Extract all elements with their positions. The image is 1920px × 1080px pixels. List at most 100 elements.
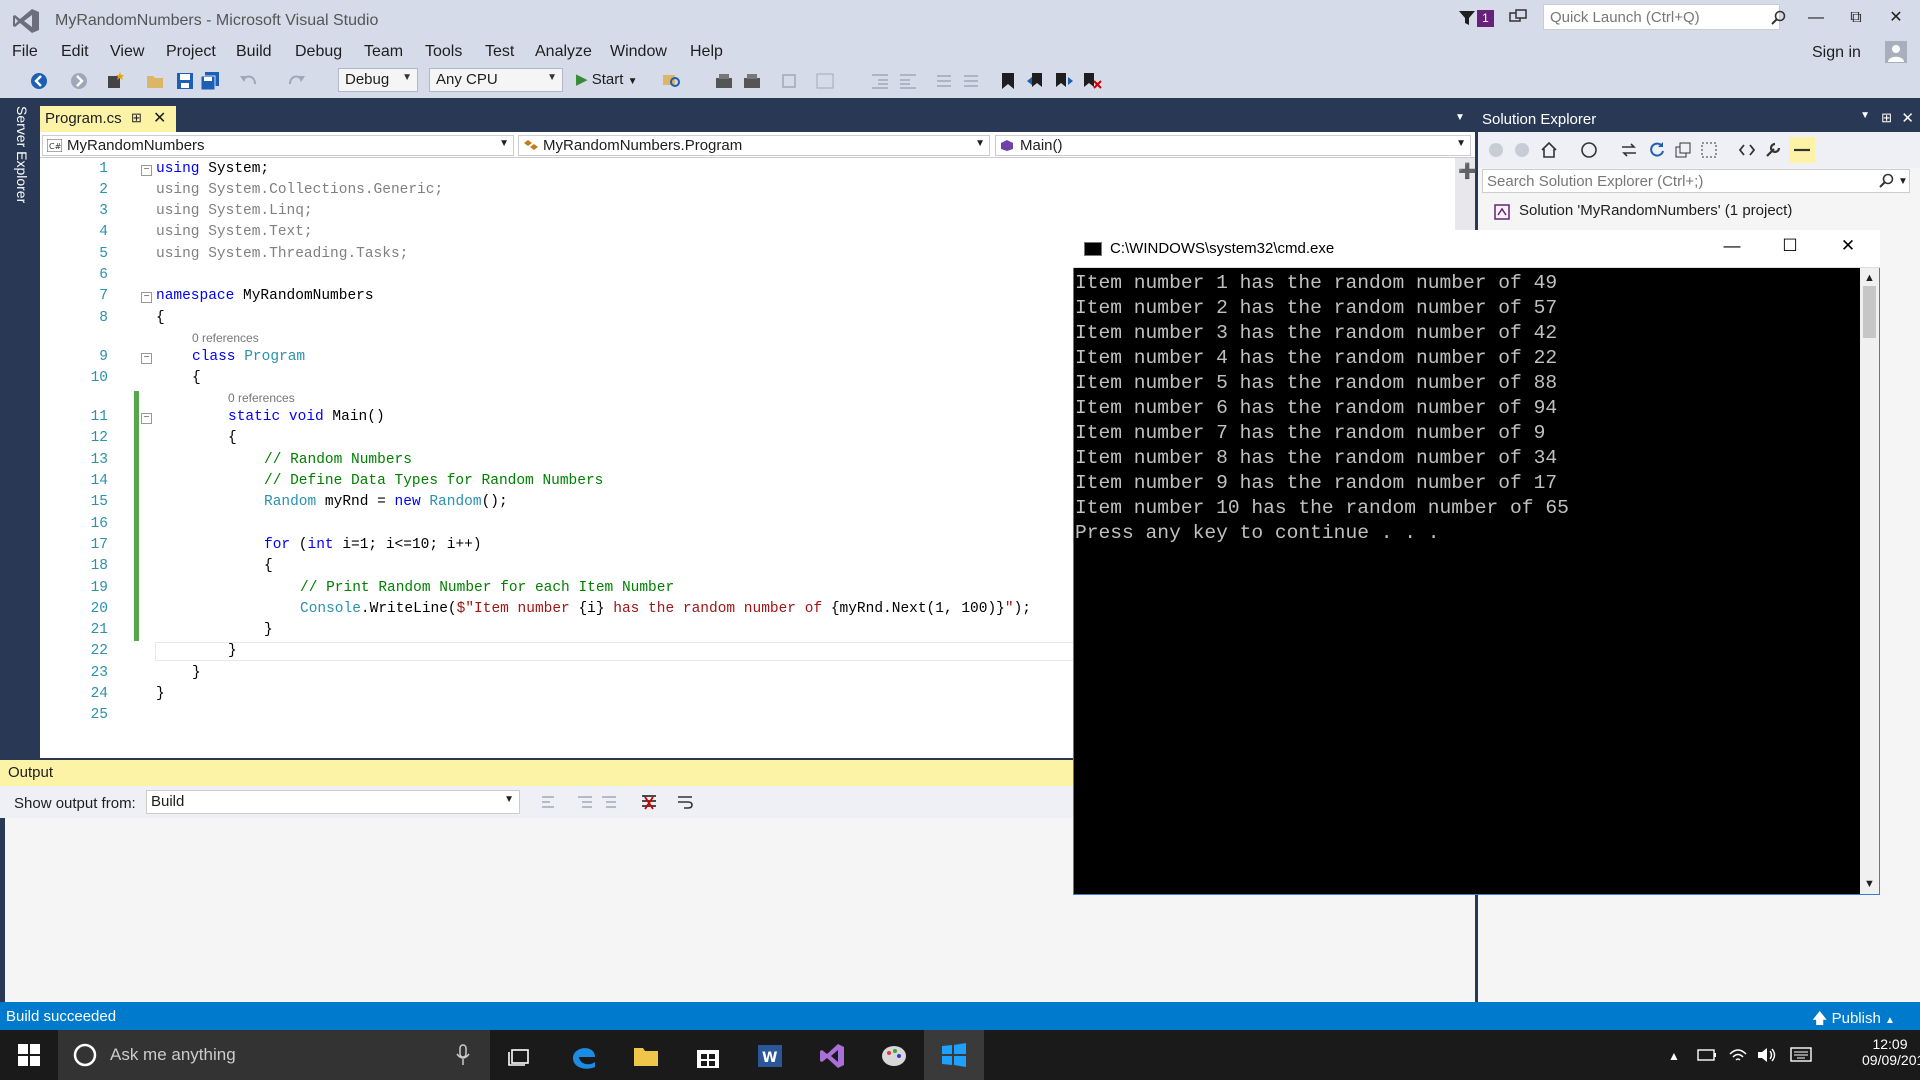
notifications-flag-icon[interactable] xyxy=(1458,9,1476,27)
next-message-icon[interactable] xyxy=(600,794,618,810)
wifi-icon[interactable] xyxy=(1728,1046,1748,1064)
project-dropdown[interactable]: C# MyRandomNumbers ▼ xyxy=(42,135,514,156)
task-view-icon[interactable] xyxy=(500,1036,540,1076)
visual-studio-taskbar-icon[interactable] xyxy=(812,1036,852,1076)
paint-app-icon[interactable] xyxy=(874,1036,914,1076)
menu-edit[interactable]: Edit xyxy=(61,43,89,61)
quick-launch-input[interactable]: Quick Launch (Ctrl+Q) xyxy=(1543,4,1780,30)
menu-analyze[interactable]: Analyze xyxy=(535,43,592,61)
close-tab-icon[interactable]: ✕ xyxy=(153,108,166,128)
home-icon[interactable] xyxy=(1540,141,1558,159)
menu-tools[interactable]: Tools xyxy=(425,43,462,61)
forward-icon[interactable] xyxy=(1514,142,1530,158)
rebuild-solution-icon[interactable] xyxy=(742,72,762,90)
server-explorer-tab[interactable]: Server Explorer xyxy=(8,106,30,216)
sign-in-link[interactable]: Sign in xyxy=(1812,44,1861,62)
solution-search-input[interactable]: Search Solution Explorer (Ctrl+;) xyxy=(1482,169,1910,193)
menu-debug[interactable]: Debug xyxy=(295,43,342,61)
collapse-all-icon[interactable] xyxy=(1674,141,1692,159)
volume-icon[interactable] xyxy=(1756,1046,1778,1064)
show-hidden-icons-icon[interactable]: ▲ xyxy=(1668,1049,1680,1063)
menu-project[interactable]: Project xyxy=(166,43,216,61)
navigate-forward-icon[interactable] xyxy=(70,72,88,90)
uncomment-icon[interactable] xyxy=(962,72,982,90)
collapse-region-icon[interactable]: − xyxy=(141,353,152,364)
find-message-icon[interactable] xyxy=(540,794,558,810)
member-dropdown[interactable]: Main() ▼ xyxy=(995,135,1471,156)
solution-platform-select[interactable]: Any CPU ▼ xyxy=(429,68,563,92)
save-icon[interactable] xyxy=(176,72,194,90)
console-scroll-thumb[interactable] xyxy=(1863,286,1876,338)
format-icon[interactable] xyxy=(815,72,835,90)
collapse-region-icon[interactable]: − xyxy=(141,292,152,303)
solution-configuration-select[interactable]: Debug ▼ xyxy=(338,68,418,92)
refresh-icon[interactable] xyxy=(1648,141,1666,159)
comment-out-icon[interactable] xyxy=(935,72,955,90)
feedback-icon[interactable] xyxy=(1508,8,1528,28)
toggle-word-wrap-icon[interactable] xyxy=(676,793,694,811)
show-all-files-icon[interactable] xyxy=(1700,141,1718,159)
output-source-select[interactable]: Build ▼ xyxy=(146,790,520,814)
console-minimize-button[interactable]: — xyxy=(1712,236,1752,256)
system-clock[interactable]: 12:09 09/09/2016 xyxy=(1862,1036,1920,1068)
close-icon[interactable]: ✕ xyxy=(1901,109,1914,127)
menu-window[interactable]: Window xyxy=(610,43,667,61)
next-bookmark-icon[interactable] xyxy=(1054,72,1074,90)
clear-all-icon[interactable] xyxy=(640,793,658,811)
notification-count-badge[interactable]: 1 xyxy=(1477,10,1494,27)
account-icon[interactable] xyxy=(1885,41,1907,63)
menu-view[interactable]: View xyxy=(110,43,144,61)
class-dropdown[interactable]: MyRandomNumbers.Program ▼ xyxy=(518,135,990,156)
preview-selected-items-icon[interactable] xyxy=(1789,137,1815,163)
keyboard-icon[interactable] xyxy=(1790,1045,1812,1063)
save-all-icon[interactable] xyxy=(201,72,221,90)
menu-test[interactable]: Test xyxy=(485,43,514,61)
chevron-down-icon[interactable]: ▼ xyxy=(1860,110,1870,121)
bookmark-icon[interactable] xyxy=(1000,72,1016,90)
pending-changes-filter-icon[interactable] xyxy=(1580,141,1598,159)
file-explorer-icon[interactable] xyxy=(626,1036,666,1076)
minimize-button[interactable]: — xyxy=(1800,6,1832,30)
clear-bookmarks-icon[interactable] xyxy=(1082,72,1102,90)
menu-help[interactable]: Help xyxy=(690,43,723,61)
codelens-references[interactable]: 0 references xyxy=(228,391,295,405)
outdent-icon[interactable] xyxy=(870,72,890,90)
scroll-down-icon[interactable]: ▼ xyxy=(1864,878,1875,890)
pin-icon[interactable]: ⊞ xyxy=(1881,110,1892,126)
store-icon[interactable] xyxy=(688,1036,728,1076)
microphone-icon[interactable] xyxy=(456,1044,470,1066)
back-icon[interactable] xyxy=(1488,142,1504,158)
menu-file[interactable]: File xyxy=(12,43,38,61)
navigate-back-icon[interactable] xyxy=(30,72,48,90)
split-window-icon[interactable]: ➕ xyxy=(1458,162,1477,180)
start-debugging-button[interactable]: ▶ Start ▼ xyxy=(576,70,646,92)
solution-root-node[interactable]: Solution 'MyRandomNumbers' (1 project) xyxy=(1519,202,1792,219)
sync-with-active-document-icon[interactable] xyxy=(1620,141,1638,159)
menu-team[interactable]: Team xyxy=(364,43,403,61)
cancel-build-icon[interactable] xyxy=(780,72,798,90)
windows-app-icon[interactable] xyxy=(924,1030,984,1080)
collapse-region-icon[interactable]: − xyxy=(141,413,152,424)
console-close-button[interactable]: ✕ xyxy=(1828,236,1868,256)
undo-icon[interactable] xyxy=(238,72,260,90)
codelens-references[interactable]: 0 references xyxy=(192,331,259,345)
previous-message-icon[interactable] xyxy=(576,794,594,810)
new-project-icon[interactable] xyxy=(106,72,126,90)
find-in-files-icon[interactable] xyxy=(662,72,682,90)
battery-icon[interactable] xyxy=(1697,1048,1717,1062)
restore-button[interactable]: ⧉ xyxy=(1840,6,1872,30)
word-icon[interactable]: W xyxy=(750,1036,790,1076)
console-maximize-button[interactable]: ☐ xyxy=(1770,236,1810,256)
collapse-region-icon[interactable]: − xyxy=(141,165,152,176)
redo-icon[interactable] xyxy=(285,72,307,90)
properties-wrench-icon[interactable] xyxy=(1764,141,1782,159)
open-file-icon[interactable] xyxy=(146,72,166,90)
close-button[interactable]: ✕ xyxy=(1880,6,1912,30)
console-scrollbar[interactable] xyxy=(1860,268,1879,894)
windows-start-icon[interactable] xyxy=(18,1044,40,1066)
pin-icon[interactable]: ⊞ xyxy=(131,110,142,126)
chevron-down-icon[interactable]: ▼ xyxy=(1898,176,1908,187)
chevron-down-icon[interactable]: ▼ xyxy=(1455,112,1465,123)
indent-icon[interactable] xyxy=(898,72,918,90)
build-solution-icon[interactable] xyxy=(714,72,734,90)
